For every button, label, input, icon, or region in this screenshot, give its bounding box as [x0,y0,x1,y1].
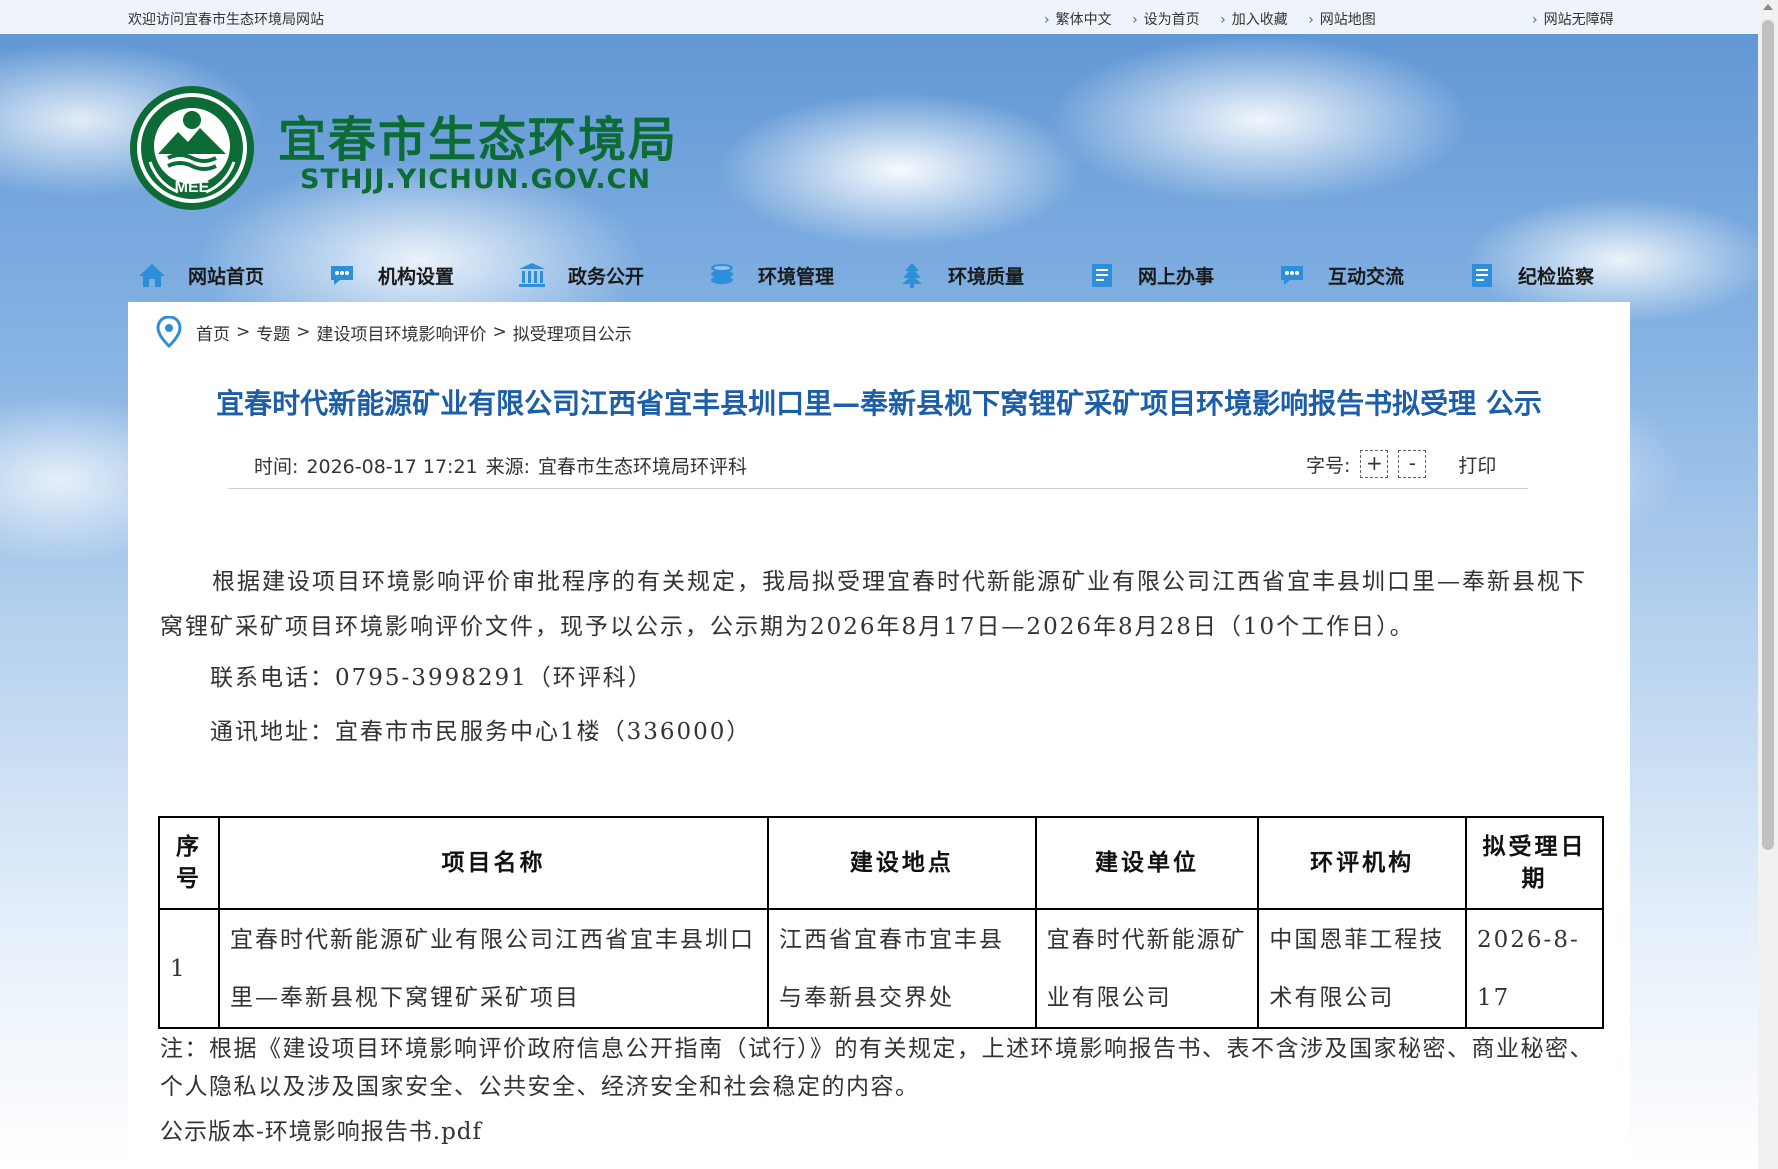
nav-item-discipline[interactable]: 纪检监察 [1458,252,1648,298]
cell-location: 江西省宜春市宜丰县与奉新县交界处 [767,908,1037,1029]
nav-item-env-quality[interactable]: 环境质量 [888,252,1078,298]
meta-divider [228,488,1528,489]
breadcrumb-separator: > [296,322,311,342]
article-meta: 时间: 2026-08-17 17:21 来源: 宜春市生态环境局环评科 [254,452,755,479]
announcement-paragraph: 根据建设项目环境影响评价审批程序的有关规定，我局拟受理宜春时代新能源矿业有限公司… [160,569,1587,640]
nav-label: 互动交流 [1328,265,1405,288]
chevron-right-icon: › [1132,12,1138,28]
site-url: STHJJ.YICHUN.GOV.CN [300,164,652,195]
nav-item-interaction[interactable]: 互动交流 [1268,252,1458,298]
col-header-seq: 序号 [158,816,220,910]
col-header-project-name: 项目名称 [217,816,770,910]
scroll-up-arrow-icon[interactable] [1763,4,1773,10]
mee-logo[interactable]: MEE [128,84,256,212]
col-header-location: 建设地点 [767,816,1037,910]
breadcrumb-eia[interactable]: 建设项目环境影响评价 [317,320,487,345]
tree-icon [902,263,922,288]
utility-links: › 繁体中文 › 设为首页 › 加入收藏 › 网站地图 [1044,9,1392,29]
nav-item-gov-affairs[interactable]: 政务公开 [508,252,698,298]
nav-label: 网上办事 [1138,265,1215,288]
table-header-row: 序号 项目名称 建设地点 建设单位 环评机构 拟受理日期 [158,816,1604,910]
logo-text: MEE [175,179,210,196]
link-accessibility[interactable]: 网站无障碍 [1544,12,1614,28]
breadcrumb-separator: > [492,322,507,342]
link-set-homepage[interactable]: 设为首页 [1144,12,1200,28]
col-header-eia-agency: 环评机构 [1257,816,1468,910]
font-decrease-button[interactable]: - [1398,450,1427,478]
nav-item-online-services[interactable]: 网上办事 [1078,252,1268,298]
table-row: 1 宜春时代新能源矿业有限公司江西省宜丰县圳口里—奉新县枧下窝锂矿采矿项目 江西… [158,908,1604,1029]
chevron-right-icon: › [1044,12,1050,28]
disclaimer-note: 注：根据《建设项目环境影响评价政府信息公开指南（试行）》的有关规定，上述环境影响… [160,1036,1594,1100]
nav-label: 纪检监察 [1518,265,1595,288]
cell-developer: 宜春时代新能源矿业有限公司 [1034,908,1260,1029]
chevron-right-icon: › [1532,12,1538,28]
breadcrumb-separator: > [236,322,251,342]
nav-label: 政务公开 [568,265,645,288]
contact-address: 通讯地址：宜春市市民服务中心1楼（336000） [210,719,752,745]
breadcrumb-topic[interactable]: 专题 [256,320,290,345]
breadcrumb-current[interactable]: 拟受理项目公示 [513,320,632,345]
scrollbar-thumb[interactable] [1762,20,1774,850]
accessibility-link-wrap: › 网站无障碍 [1532,9,1614,29]
chat-bubble-icon [331,266,353,285]
font-increase-button[interactable]: + [1360,450,1389,478]
vertical-scrollbar[interactable] [1758,0,1778,1169]
government-building-icon [519,263,545,287]
article-tools: 字号: + - 打印 [1306,450,1496,478]
cell-date: 2026-8-17 [1465,908,1604,1029]
top-utility-bar: 欢迎访问宜春市生态环境局网站 › 繁体中文 › 设为首页 › 加入收藏 › 网站地图 ›… [0,0,1758,34]
cell-seq: 1 [158,908,220,1029]
chat-bubble-icon [1281,266,1303,285]
home-icon [139,264,165,287]
link-traditional-chinese[interactable]: 繁体中文 [1056,12,1112,28]
nav-item-env-management[interactable]: 环境管理 [698,252,888,298]
attachment-link[interactable]: 公示版本-环境影响报告书.pdf [160,1112,482,1146]
font-size-label: 字号: [1306,454,1351,477]
main-nav: 网站首页 机构设置 政务公开 环境管理 环境质量 网上办事 互动交流 纪检监察 [128,252,1630,305]
nav-item-home[interactable]: 网站首页 [128,252,318,298]
site-title[interactable]: 宜春市生态环境局 [278,100,678,170]
coins-stack-icon [711,264,733,284]
cell-project-name: 宜春时代新能源矿业有限公司江西省宜丰县圳口里—奉新县枧下窝锂矿采矿项目 [217,908,770,1029]
col-header-date: 拟受理日期 [1465,816,1604,910]
article-title: 宜春时代新能源矿业有限公司江西省宜丰县圳口里—奉新县枧下窝锂矿采矿项目环境影响报… [216,387,1542,420]
time-label: 时间: [254,456,299,478]
link-sitemap[interactable]: 网站地图 [1320,12,1376,28]
breadcrumb: 首页 > 专题 > 建设项目环境影响评价 > 拟受理项目公示 [156,316,632,348]
source-value: 宜春市生态环境局环评科 [538,456,748,478]
link-add-favorite[interactable]: 加入收藏 [1232,12,1288,28]
project-table: 序号 项目名称 建设地点 建设单位 环评机构 拟受理日期 1 宜春时代新能源矿业… [158,816,1604,1029]
nav-label: 机构设置 [378,265,455,288]
source-label: 来源: [485,456,531,478]
chevron-right-icon: › [1220,12,1226,28]
nav-label: 网站首页 [188,265,265,288]
cell-eia-agency: 中国恩菲工程技术有限公司 [1257,908,1468,1029]
time-value: 2026-08-17 17:21 [306,456,478,478]
nav-label: 环境管理 [758,265,835,288]
chevron-right-icon: › [1308,12,1314,28]
document-icon [1092,264,1112,287]
document-icon [1472,264,1492,287]
print-button[interactable]: 打印 [1458,451,1496,478]
breadcrumb-home[interactable]: 首页 [196,320,230,345]
welcome-text: 欢迎访问宜春市生态环境局网站 [128,12,324,28]
nav-label: 环境质量 [948,265,1025,288]
nav-item-organization[interactable]: 机构设置 [318,252,508,298]
contact-phone: 联系电话：0795-3998291（环评科） [210,665,653,691]
location-pin-icon [156,316,182,348]
col-header-developer: 建设单位 [1034,816,1260,910]
